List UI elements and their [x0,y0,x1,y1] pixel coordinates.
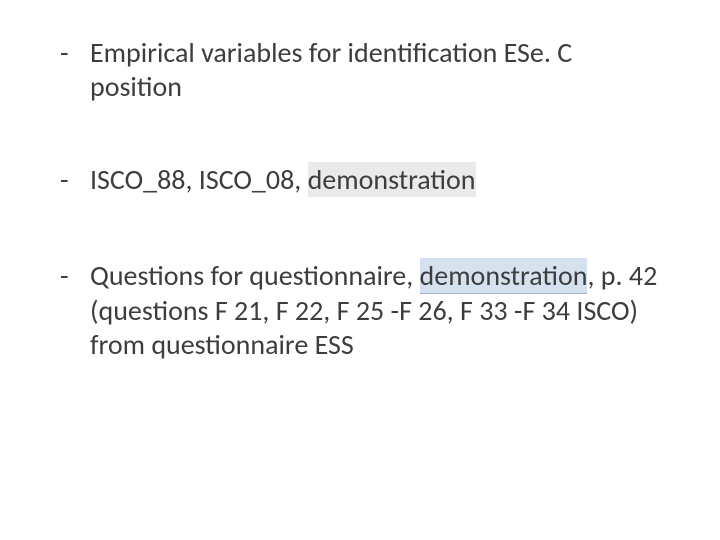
bullet-1-text: Empirical variables for identification E… [90,36,662,105]
bullet-3-text: Questions for questionnaire, demonstrati… [90,259,662,362]
bullet-3: - Questions for questionnaire, demonstra… [58,259,662,362]
bullet-3-highlight: demonstration [420,258,588,294]
bullet-2: - ISCO_88, ISCO_08, demonstration [58,163,662,197]
bullet-1: - Empirical variables for identification… [58,36,662,105]
bullet-3-prefix: Questions for questionnaire, [90,258,420,293]
bullet-dash: - [58,163,90,197]
bullet-dash: - [58,259,90,293]
bullet-2-text: ISCO_88, ISCO_08, demonstration [90,163,662,197]
bullet-2-prefix: ISCO_88, ISCO_08, [90,162,308,197]
bullet-dash: - [58,36,90,70]
bullet-2-highlight: demonstration [308,162,476,197]
slide: - Empirical variables for identification… [0,0,720,540]
